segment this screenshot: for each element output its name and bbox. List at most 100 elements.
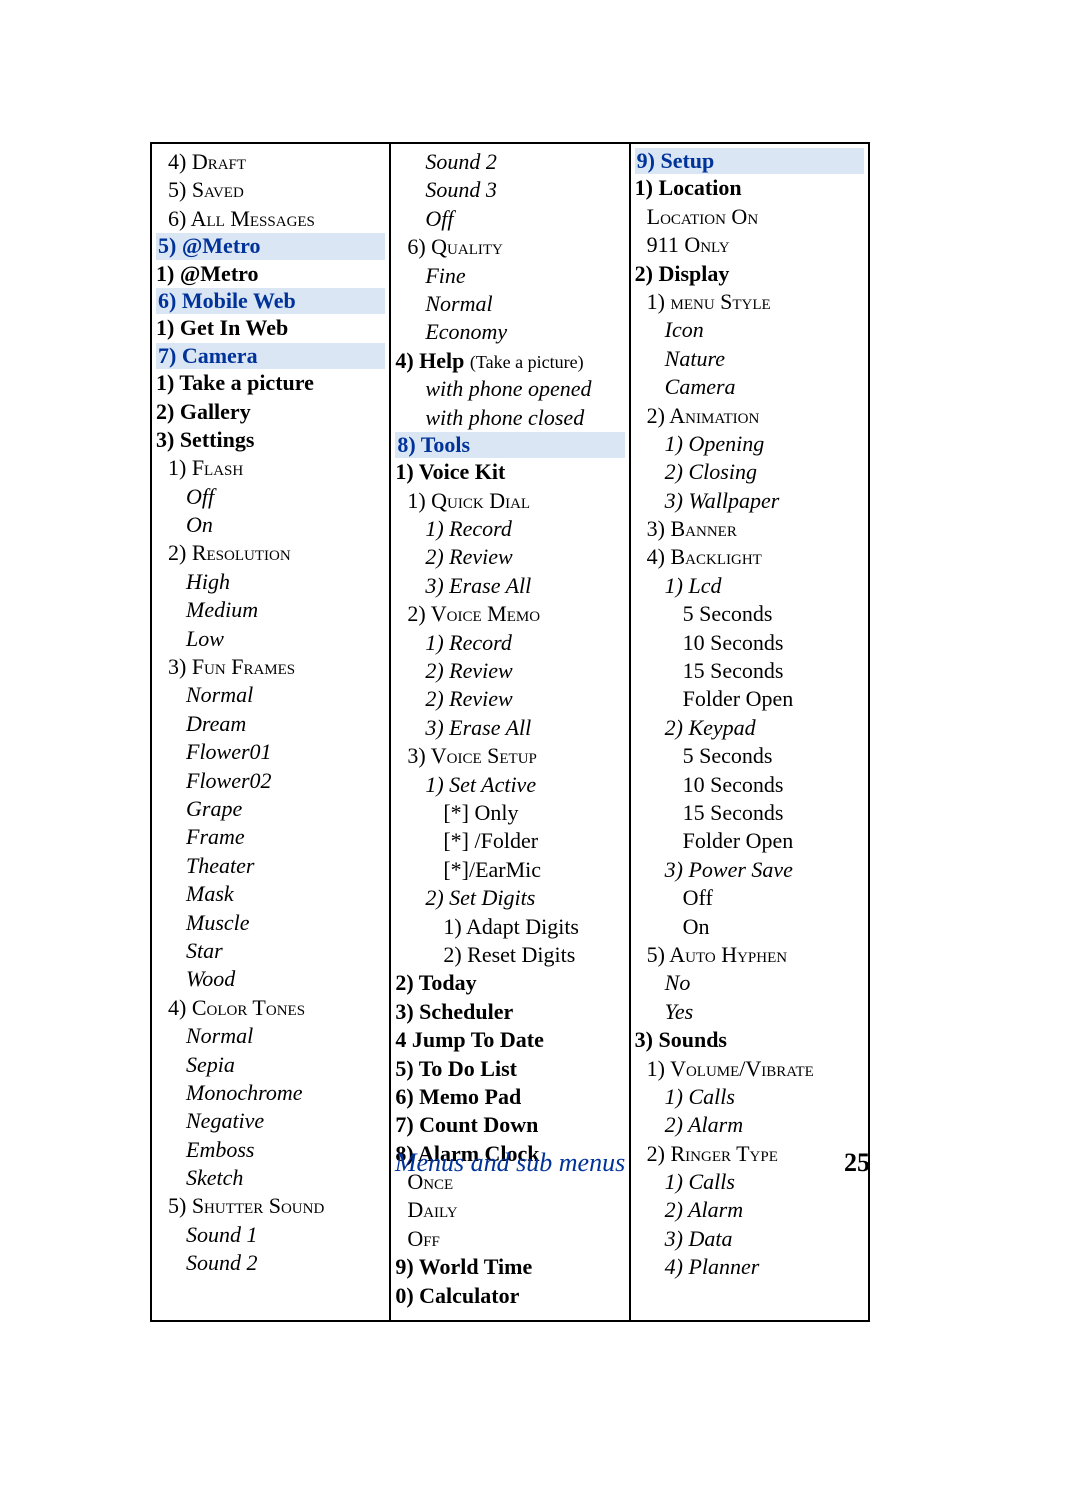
menu-entry: Wood xyxy=(156,965,385,993)
menu-entry: 3) Sounds xyxy=(635,1026,864,1054)
column-3: 9) Setup1) LocationLocation On911 Only 2)… xyxy=(631,144,868,1320)
menu-entry: Flower01 xyxy=(156,738,385,766)
menu-entry: Daily xyxy=(395,1196,624,1224)
menu-entry: Normal xyxy=(156,1022,385,1050)
menu-entry: 3) Scheduler xyxy=(395,998,624,1026)
menu-entry: Mask xyxy=(156,880,385,908)
menu-entry: with phone closed xyxy=(395,404,624,432)
menu-entry: 3) Erase All xyxy=(395,572,624,600)
menu-entry: 1) Location xyxy=(635,174,864,202)
menu-entry: 1) @Metro xyxy=(156,260,385,288)
menu-entry: 3) Power Save xyxy=(635,856,864,884)
menu-entry: Folder Open xyxy=(635,827,864,855)
menu-entry: 6) All Messages xyxy=(156,205,385,233)
menu-entry: 7) Camera xyxy=(156,343,385,369)
menu-entry: 3) Fun Frames xyxy=(156,653,385,681)
menu-entry: Sound 3 xyxy=(395,176,624,204)
menu-entry: 15 Seconds xyxy=(635,799,864,827)
menu-entry: No xyxy=(635,969,864,997)
menu-entry: 3) Wallpaper xyxy=(635,487,864,515)
menu-entry: Muscle xyxy=(156,909,385,937)
menu-entry: 4) Color Tones xyxy=(156,994,385,1022)
menu-entry: 3) Erase All xyxy=(395,714,624,742)
menu-entry: Fine xyxy=(395,262,624,290)
menu-entry: Frame xyxy=(156,823,385,851)
menu-entry: Flower02 xyxy=(156,767,385,795)
menu-entry: 9) World Time xyxy=(395,1253,624,1281)
menu-entry: High xyxy=(156,568,385,596)
menu-entry: Star xyxy=(156,937,385,965)
menu-entry: Off xyxy=(635,884,864,912)
menu-entry: Theater xyxy=(156,852,385,880)
menu-entry: Off xyxy=(395,1225,624,1253)
menu-entry: 9) Setup xyxy=(635,148,864,174)
menu-entry: 5) Auto Hyphen xyxy=(635,941,864,969)
menu-entry: 1) Opening xyxy=(635,430,864,458)
menu-entry: Sound 2 xyxy=(395,148,624,176)
menu-entry: 2) Today xyxy=(395,969,624,997)
menu-entry: 1) Get In Web xyxy=(156,314,385,342)
menu-entry: 1) Take a picture xyxy=(156,369,385,397)
menu-entry: Nature xyxy=(635,345,864,373)
menu-entry: [*]/EarMic xyxy=(395,856,624,884)
menu-entry: Camera xyxy=(635,373,864,401)
menu-entry: 5) @Metro xyxy=(156,233,385,259)
menu-entry: 5) To Do List xyxy=(395,1055,624,1083)
menu-entry: Location On xyxy=(635,203,864,231)
menu-entry: 4) Planner xyxy=(635,1253,864,1281)
menu-entry: 1) Lcd xyxy=(635,572,864,600)
menu-entry: 2) Review xyxy=(395,543,624,571)
menu-entry: 6) Mobile Web xyxy=(156,288,385,314)
menu-entry: 2) Voice Memo xyxy=(395,600,624,628)
menu-entry: 15 Seconds xyxy=(635,657,864,685)
menu-entry: Sound 2 xyxy=(156,1249,385,1277)
menu-entry: Sound 1 xyxy=(156,1221,385,1249)
menu-entry: Low xyxy=(156,625,385,653)
menu-entry: Folder Open xyxy=(635,685,864,713)
menu-entry: 2) Animation xyxy=(635,402,864,430)
menu-entry: Yes xyxy=(635,998,864,1026)
menu-entry: [*] Only xyxy=(395,799,624,827)
menu-entry: Normal xyxy=(395,290,624,318)
menu-entry: 5) Shutter Sound xyxy=(156,1192,385,1220)
menu-entry: 10 Seconds xyxy=(635,629,864,657)
menu-entry: Negative xyxy=(156,1107,385,1135)
menu-entry: 2) Set Digits xyxy=(395,884,624,912)
menu-entry: 1) Set Active xyxy=(395,771,624,799)
menu-entry: Grape xyxy=(156,795,385,823)
menu-entry: 1) Flash xyxy=(156,454,385,482)
menu-entry: 1) Voice Kit xyxy=(395,458,624,486)
footer-page-number: 25 xyxy=(844,1148,870,1178)
menu-entry: 2) Review xyxy=(395,685,624,713)
menu-entry: 10 Seconds xyxy=(635,771,864,799)
menu-entry: 2) Keypad xyxy=(635,714,864,742)
menu-entry: 2) Resolution xyxy=(156,539,385,567)
menu-entry: 3) Voice Setup xyxy=(395,742,624,770)
menu-entry: 2) Alarm xyxy=(635,1111,864,1139)
page-footer: Menus and sub menus 25 xyxy=(150,1148,870,1178)
menu-entry: 1) Quick Dial xyxy=(395,487,624,515)
menu-entry: Monochrome xyxy=(156,1079,385,1107)
menu-entry: 1) Volume/Vibrate xyxy=(635,1055,864,1083)
menu-entry: 4) Draft xyxy=(156,148,385,176)
menu-entry: 2) Closing xyxy=(635,458,864,486)
menu-entry: 1) Record xyxy=(395,629,624,657)
menu-entry: On xyxy=(156,511,385,539)
menu-entry: 3) Data xyxy=(635,1225,864,1253)
menu-table: 4) Draft5) Saved6) All Messages5) @Metro… xyxy=(150,142,870,1322)
menu-entry: 1) Adapt Digits xyxy=(395,913,624,941)
column-1: 4) Draft5) Saved6) All Messages5) @Metro… xyxy=(152,144,389,1320)
menu-entry: 2) Review xyxy=(395,657,624,685)
menu-entry: 0) Calculator xyxy=(395,1282,624,1310)
menu-entry: 4) Help (Take a picture) xyxy=(395,347,624,375)
menu-entry: Off xyxy=(395,205,624,233)
menu-entry: 6) Memo Pad xyxy=(395,1083,624,1111)
menu-entry: 911 Only xyxy=(635,231,864,259)
menu-entry: 2) Gallery xyxy=(156,398,385,426)
menu-entry: 6) Quality xyxy=(395,233,624,261)
footer-title: Menus and sub menus xyxy=(150,1148,870,1178)
menu-entry: Medium xyxy=(156,596,385,624)
menu-entry: with phone opened xyxy=(395,375,624,403)
menu-entry: Economy xyxy=(395,318,624,346)
menu-entry: Dream xyxy=(156,710,385,738)
